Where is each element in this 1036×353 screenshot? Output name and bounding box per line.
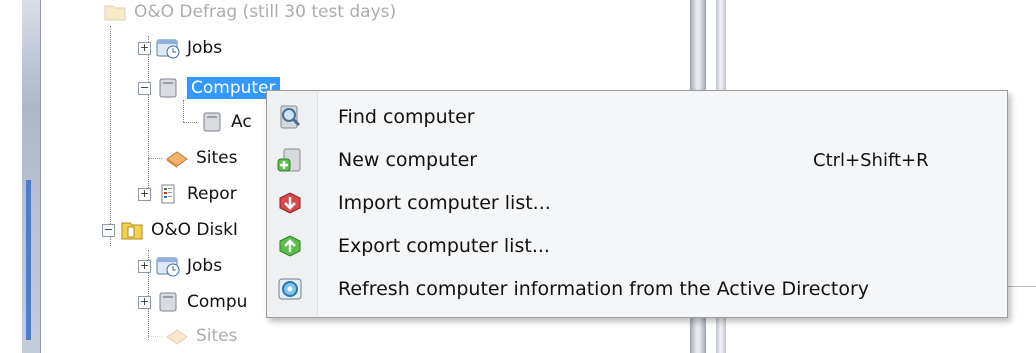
expand-icon[interactable]: + <box>138 41 151 55</box>
reports-icon <box>155 183 181 205</box>
tree-item-oo-diskimage[interactable]: − O&O DiskI <box>102 218 238 242</box>
find-computer-icon <box>275 102 305 132</box>
tree-item-label: O&O DiskI <box>151 220 238 240</box>
tree-item-jobs[interactable]: + Jobs <box>138 36 222 60</box>
tree-item-label: Jobs <box>187 38 223 58</box>
tree-connector <box>110 26 111 246</box>
tree-item-label: Jobs <box>187 256 223 276</box>
tree-item-label: Repor <box>187 184 237 204</box>
tree-item-label: Compu <box>187 292 248 312</box>
tree-item-reports[interactable]: + Repor <box>138 182 237 206</box>
menu-item-label: New computer <box>338 149 478 171</box>
collapse-icon[interactable]: − <box>102 223 115 237</box>
folder-icon <box>102 1 128 23</box>
import-list-icon <box>275 188 305 218</box>
menu-item-export-computer-list[interactable]: Export computer list... <box>267 226 1007 266</box>
expand-icon[interactable]: + <box>138 259 151 273</box>
new-computer-icon <box>275 145 305 175</box>
menu-item-label: Find computer <box>338 106 475 128</box>
tree-item-label: Sites <box>196 326 238 346</box>
tree-item-label: O&O Defrag (still 30 test days) <box>134 2 397 22</box>
tree-connector <box>148 157 162 159</box>
tree-connector <box>148 335 162 337</box>
menu-item-import-computer-list[interactable]: Import computer list... <box>267 183 1007 223</box>
tree-item-sites[interactable]: Sites <box>148 146 238 170</box>
sites-icon <box>164 147 190 169</box>
expand-icon[interactable]: + <box>138 187 151 201</box>
menu-item-shortcut: Ctrl+Shift+R <box>813 149 929 171</box>
menu-item-label: Export computer list... <box>338 235 550 257</box>
menu-item-label: Import computer list... <box>338 192 551 214</box>
computer-icon <box>199 111 225 133</box>
folder-icon <box>119 219 145 241</box>
tree-connector <box>148 36 149 196</box>
tree-item-oo-defrag[interactable]: O&O Defrag (still 30 test days) <box>102 0 396 24</box>
computer-icon <box>155 77 181 99</box>
sites-icon <box>164 325 190 347</box>
computer-icon <box>155 291 181 313</box>
tree-connector <box>183 121 197 123</box>
export-list-icon <box>275 231 305 261</box>
tree-item-sites[interactable]: Sites <box>148 324 238 348</box>
menu-item-refresh-active-directory[interactable]: Refresh computer information from the Ac… <box>267 269 1007 309</box>
jobs-icon <box>155 255 181 277</box>
tree-item-computer[interactable]: + Compu <box>138 290 247 314</box>
tree-item-label: Sites <box>196 148 238 168</box>
menu-item-find-computer[interactable]: Find computer <box>267 97 1007 137</box>
tree-item-label: Ac <box>231 112 252 132</box>
collapse-icon[interactable]: − <box>138 81 151 95</box>
context-menu: Find computer New computer Ctrl+Shift+R … <box>266 90 1008 318</box>
tree-item-active-directory[interactable]: Ac <box>183 110 252 134</box>
expand-icon[interactable]: + <box>138 295 151 309</box>
jobs-icon <box>155 37 181 59</box>
tree-item-computer[interactable]: − Computer <box>138 76 280 100</box>
menu-item-new-computer[interactable]: New computer Ctrl+Shift+R <box>267 140 1007 180</box>
menu-item-label: Refresh computer information from the Ac… <box>338 278 870 300</box>
tree-item-jobs[interactable]: + Jobs <box>138 254 222 278</box>
refresh-ad-icon <box>275 274 305 304</box>
